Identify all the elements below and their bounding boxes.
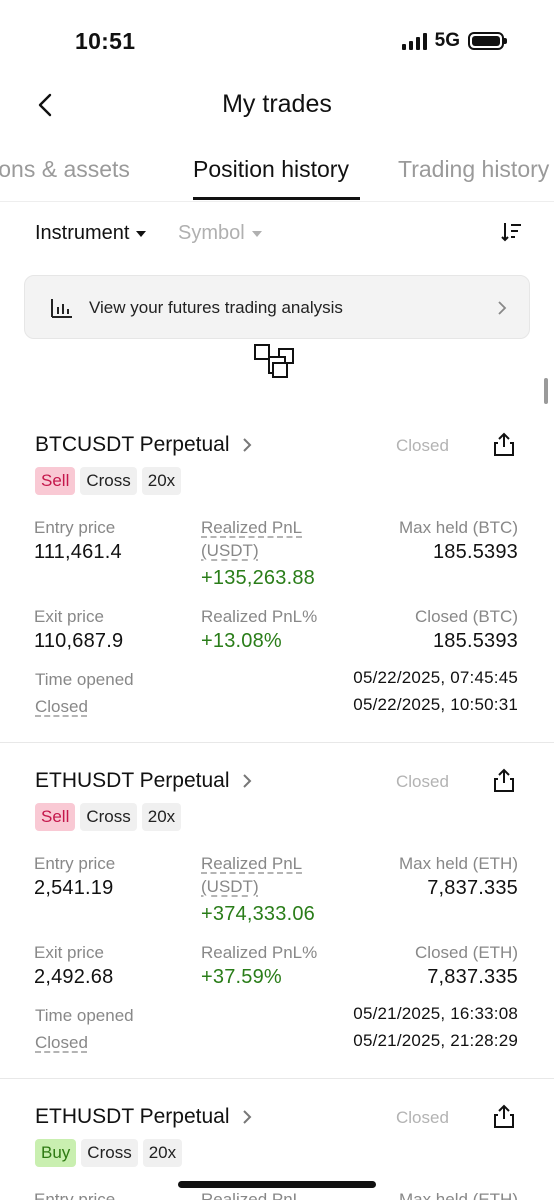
exit-price-value: 110,687.9 bbox=[34, 630, 124, 652]
entry-price-label: Entry price bbox=[34, 1190, 116, 1200]
max-held-value: 185.5393 bbox=[432, 541, 518, 563]
time-closed-value: 05/22/2025, 10:50:31 bbox=[353, 695, 518, 714]
side-tag: Buy bbox=[35, 1139, 77, 1167]
share-icon bbox=[494, 432, 514, 456]
symbol-filter[interactable]: Symbol bbox=[178, 222, 262, 245]
copy-squares-icon bbox=[254, 344, 294, 378]
time-opened-label: Time opened bbox=[35, 670, 134, 689]
home-indicator bbox=[178, 1181, 376, 1188]
side-tag: Sell bbox=[35, 803, 76, 831]
card-divider bbox=[0, 742, 554, 743]
position-status: Closed bbox=[396, 772, 449, 791]
bar-chart-icon bbox=[51, 299, 72, 318]
tab-positions-assets[interactable]: Positions & assets bbox=[0, 156, 130, 183]
leverage-tag: 20x bbox=[141, 467, 182, 495]
position-status: Closed bbox=[396, 436, 449, 455]
time-closed-value: 05/21/2025, 21:28:29 bbox=[353, 1031, 518, 1050]
entry-price-value: 111,461.4 bbox=[34, 541, 122, 563]
share-icon bbox=[494, 1104, 514, 1128]
chevron-right-icon bbox=[242, 774, 251, 788]
max-held-label: Max held (ETH) bbox=[398, 1190, 518, 1200]
margin-mode-tag: Cross bbox=[80, 803, 137, 831]
active-tab-indicator bbox=[193, 197, 360, 200]
chevron-right-icon bbox=[498, 301, 507, 315]
realized-pnl-pct-label: Realized PnL% bbox=[201, 943, 318, 962]
time-closed-label[interactable]: Closed bbox=[35, 1033, 88, 1053]
tab-trading-history[interactable]: Trading history bbox=[398, 156, 549, 183]
status-time: 10:51 bbox=[75, 28, 136, 54]
entry-price-label: Entry price bbox=[34, 854, 116, 873]
leverage-tag: 20x bbox=[141, 803, 182, 831]
exit-price-label: Exit price bbox=[34, 943, 104, 962]
scrollbar-thumb[interactable] bbox=[544, 378, 548, 404]
caret-down-icon bbox=[251, 230, 262, 237]
position-title-link[interactable]: BTCUSDT Perpetual bbox=[35, 433, 252, 457]
position-title-link[interactable]: ETHUSDT Perpetual bbox=[35, 769, 252, 793]
closed-amount-value: 7,837.335 bbox=[427, 966, 518, 988]
status-bar: 10:51 5G bbox=[0, 0, 554, 80]
margin-mode-tag: Cross bbox=[80, 467, 137, 495]
closed-amount-label: Closed (BTC) bbox=[415, 607, 518, 626]
realized-pnl-pct-value: +37.59% bbox=[201, 966, 282, 988]
realized-pnl-value: +374,333.06 bbox=[201, 903, 315, 925]
time-opened-value: 05/22/2025, 07:45:45 bbox=[353, 668, 518, 687]
realized-pnl-unit: (USDT) bbox=[201, 877, 259, 896]
position-title: ETHUSDT Perpetual bbox=[35, 1105, 230, 1128]
realized-pnl-pct-value: +13.08% bbox=[201, 630, 282, 652]
margin-mode-tag: Cross bbox=[81, 1139, 138, 1167]
share-button[interactable] bbox=[491, 431, 517, 457]
realized-pnl-unit: (USDT) bbox=[201, 541, 259, 560]
max-held-value: 7,837.335 bbox=[427, 877, 518, 899]
instrument-filter-label: Instrument bbox=[35, 222, 130, 244]
sort-icon bbox=[501, 223, 521, 242]
time-closed-label[interactable]: Closed bbox=[35, 697, 88, 717]
share-button[interactable] bbox=[491, 767, 517, 793]
position-tags: Sell Cross 20x bbox=[35, 467, 182, 495]
sort-button[interactable] bbox=[500, 220, 524, 244]
realized-pnl-label[interactable]: Realized PnL bbox=[201, 1190, 302, 1200]
caret-down-icon bbox=[136, 230, 147, 237]
instrument-filter[interactable]: Instrument bbox=[35, 222, 147, 245]
nav-bar: My trades bbox=[0, 80, 554, 130]
exit-price-value: 2,492.68 bbox=[34, 966, 114, 988]
symbol-filter-label: Symbol bbox=[178, 222, 245, 244]
closed-amount-value: 185.5393 bbox=[432, 630, 518, 652]
max-held-label: Max held (ETH) bbox=[398, 854, 518, 873]
realized-pnl-label[interactable]: Realized PnL bbox=[201, 518, 302, 538]
position-title: BTCUSDT Perpetual bbox=[35, 433, 230, 456]
filter-row: Instrument Symbol bbox=[0, 212, 554, 256]
chevron-right-icon bbox=[242, 1110, 251, 1124]
share-button[interactable] bbox=[491, 1103, 517, 1129]
realized-pnl-pct-label: Realized PnL% bbox=[201, 607, 318, 626]
chevron-right-icon bbox=[242, 438, 251, 452]
position-tags: Sell Cross 20x bbox=[35, 803, 182, 831]
position-tags: Buy Cross 20x bbox=[35, 1139, 183, 1167]
max-held-label: Max held (BTC) bbox=[398, 518, 518, 537]
closed-amount-label: Closed (ETH) bbox=[415, 943, 518, 962]
time-opened-label: Time opened bbox=[35, 1006, 134, 1025]
tab-bar: Positions & assets Position history Trad… bbox=[0, 140, 554, 202]
realized-pnl-label[interactable]: Realized PnL bbox=[201, 854, 302, 874]
position-title-link[interactable]: ETHUSDT Perpetual bbox=[35, 1105, 252, 1129]
signal-icon bbox=[401, 32, 427, 50]
status-indicators: 5G bbox=[401, 30, 507, 52]
leverage-tag: 20x bbox=[142, 1139, 183, 1167]
position-title: ETHUSDT Perpetual bbox=[35, 769, 230, 792]
position-status: Closed bbox=[396, 1108, 449, 1127]
side-tag: Sell bbox=[35, 467, 76, 495]
entry-price-value: 2,541.19 bbox=[34, 877, 114, 899]
tab-position-history[interactable]: Position history bbox=[193, 156, 349, 183]
banner-text: View your futures trading analysis bbox=[89, 298, 343, 317]
time-opened-value: 05/21/2025, 16:33:08 bbox=[353, 1004, 518, 1023]
entry-price-label: Entry price bbox=[34, 518, 116, 537]
exit-price-label: Exit price bbox=[34, 607, 104, 626]
card-divider bbox=[0, 1078, 554, 1079]
realized-pnl-value: +135,263.88 bbox=[201, 567, 315, 589]
futures-analysis-banner[interactable]: View your futures trading analysis bbox=[24, 275, 530, 339]
share-icon bbox=[494, 768, 514, 792]
battery-icon bbox=[468, 32, 507, 50]
network-type: 5G bbox=[434, 30, 460, 51]
page-title: My trades bbox=[222, 90, 332, 118]
